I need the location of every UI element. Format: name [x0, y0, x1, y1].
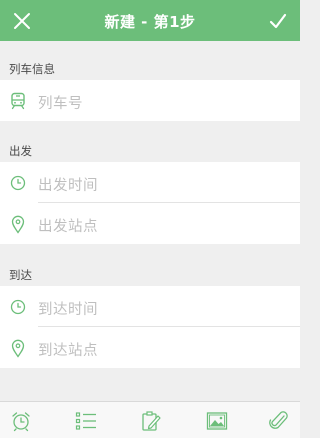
departure-time-field[interactable]: 出发时间: [0, 162, 300, 203]
train-group: 列车号: [0, 80, 300, 121]
paperclip-icon: [269, 411, 288, 429]
clock-icon: [9, 297, 27, 317]
arrival-station-placeholder: 到达站点: [38, 343, 98, 359]
nav-bar: 新建 - 第1步: [0, 0, 300, 41]
list-icon: [75, 412, 96, 430]
location-pin-icon: [9, 214, 27, 234]
section-title-train: 列车信息: [9, 62, 55, 76]
arrival-group: 到达时间 到达站点: [0, 286, 300, 368]
alarm-tab[interactable]: [9, 410, 33, 432]
train-number-field[interactable]: 列车号: [0, 80, 300, 121]
departure-group: 出发时间 出发站点: [0, 162, 300, 244]
list-tab[interactable]: [74, 410, 98, 432]
section-title-departure: 出发: [9, 144, 32, 158]
image-icon: [206, 412, 228, 430]
arrival-time-field[interactable]: 到达时间: [0, 286, 300, 327]
train-number-placeholder: 列车号: [38, 96, 83, 112]
clock-icon: [9, 173, 27, 193]
arrival-time-placeholder: 到达时间: [38, 302, 98, 318]
checkmark-icon: [269, 13, 287, 28]
alarm-clock-icon: [12, 412, 30, 432]
attachment-tab[interactable]: [267, 410, 291, 432]
section-title-arrival: 到达: [9, 268, 32, 282]
departure-station-placeholder: 出发站点: [38, 219, 98, 235]
page-title: 新建 - 第1步: [104, 13, 196, 31]
departure-station-field[interactable]: 出发站点: [0, 203, 300, 244]
arrival-station-field[interactable]: 到达站点: [0, 327, 300, 368]
confirm-button[interactable]: [258, 0, 298, 41]
image-tab[interactable]: [205, 410, 229, 432]
location-pin-icon: [9, 338, 27, 358]
edit-note-icon: [142, 411, 161, 431]
bottom-toolbar: [0, 401, 300, 438]
note-tab[interactable]: [139, 410, 163, 432]
departure-time-placeholder: 出发时间: [38, 178, 98, 194]
train-icon: [9, 91, 27, 111]
